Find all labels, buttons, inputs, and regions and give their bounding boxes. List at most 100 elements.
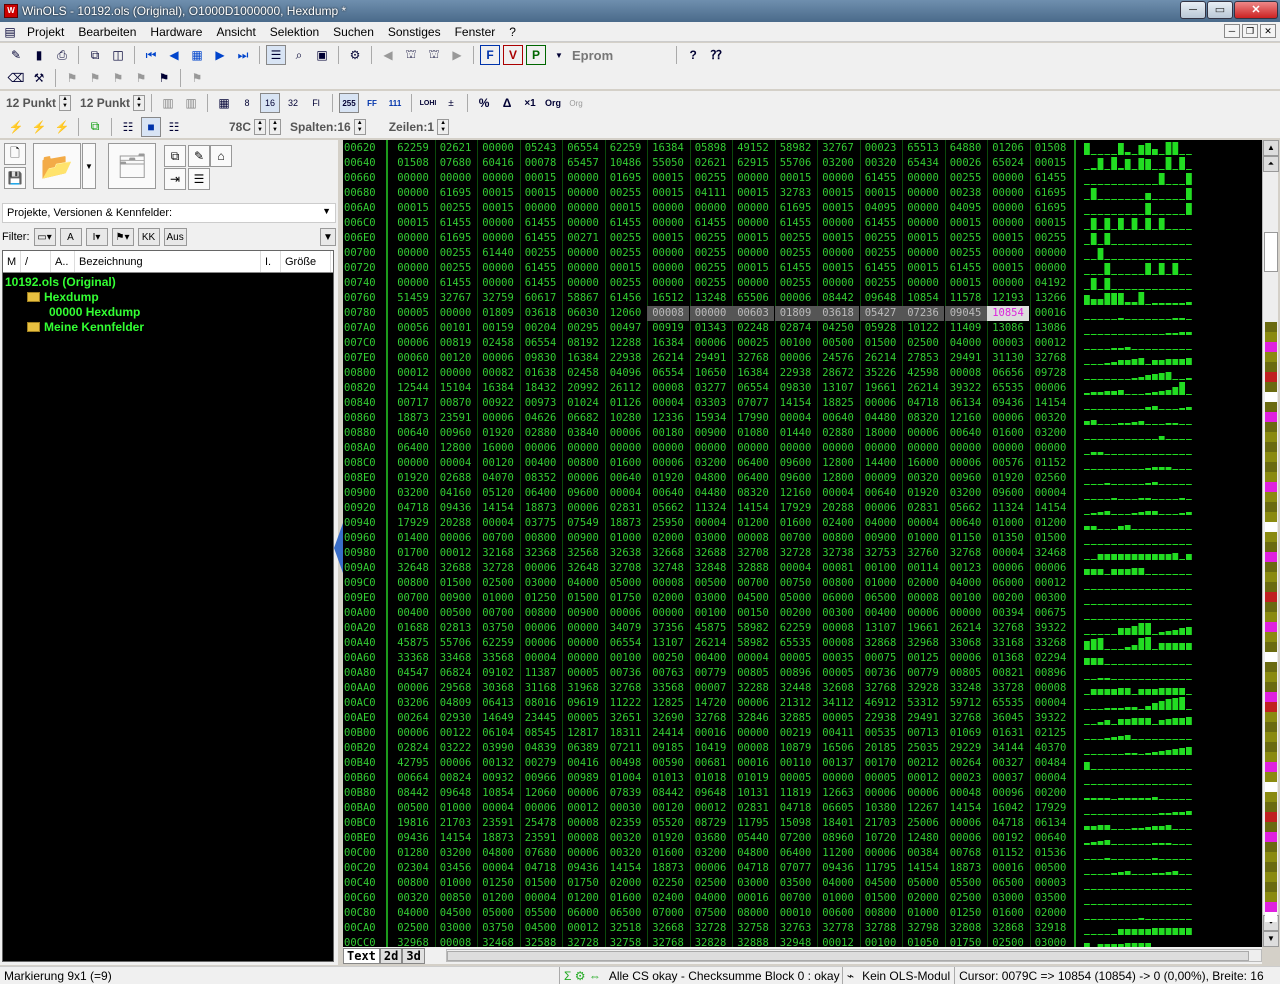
hex-cell[interactable]: 58867 (562, 291, 604, 306)
first-icon[interactable]: ⏮ (141, 45, 161, 65)
hex-cell[interactable]: 00320 (392, 891, 434, 906)
hex-cell[interactable]: 03303 (690, 396, 732, 411)
hex-cell[interactable]: 32767 (817, 141, 859, 156)
hex-cell[interactable]: 07549 (562, 516, 604, 531)
hex-cell[interactable]: 00900 (562, 531, 604, 546)
hex-cell[interactable]: 32608 (817, 681, 859, 696)
hex-cell[interactable]: 00015 (605, 201, 647, 216)
hex-cell[interactable]: 00006 (392, 681, 434, 696)
hex-cell[interactable]: 10486 (605, 156, 647, 171)
col-i[interactable]: I. (261, 251, 281, 272)
hex-cell[interactable]: 02831 (605, 501, 647, 516)
hex-cell[interactable]: 01508 (1030, 141, 1072, 156)
hex-cell[interactable]: 25478 (520, 816, 562, 831)
hex-cell[interactable]: 00000 (732, 201, 774, 216)
hex-cell[interactable]: 00255 (775, 231, 817, 246)
hex-cell[interactable]: 06554 (562, 141, 604, 156)
hex-cell[interactable]: 00023 (945, 771, 987, 786)
hex-cell[interactable]: 01250 (520, 591, 562, 606)
hex-cell[interactable]: 12160 (945, 411, 987, 426)
hex-cell[interactable]: 09600 (987, 486, 1029, 501)
hex-cell[interactable]: 32759 (477, 291, 519, 306)
hex-cell[interactable]: 00005 (562, 666, 604, 681)
hex-cell[interactable]: 03680 (690, 831, 732, 846)
hex-cell[interactable]: 01600 (987, 906, 1029, 921)
hex-cell[interactable]: 01250 (477, 876, 519, 891)
hex-cell[interactable]: 17990 (732, 411, 774, 426)
8bit-icon[interactable]: 8 (237, 93, 257, 113)
hex-cell[interactable]: 05898 (690, 141, 732, 156)
hex-cell[interactable]: 14720 (690, 696, 732, 711)
help-icon[interactable]: ? (683, 45, 703, 65)
hex-cell[interactable]: 12825 (647, 696, 689, 711)
view-e-icon[interactable]: ☷ (118, 117, 138, 137)
filter-a-button[interactable]: ▭▾ (33, 228, 56, 246)
hex-cell[interactable]: 00255 (435, 201, 477, 216)
hex-cell[interactable]: 06000 (817, 591, 859, 606)
hex-cell[interactable]: 04500 (435, 906, 477, 921)
hex-cell[interactable]: 00279 (520, 756, 562, 771)
hex-cell[interactable]: 00000 (647, 216, 689, 231)
hex-cell[interactable]: 09648 (435, 786, 477, 801)
rows-value[interactable]: Zeilen:1 (389, 120, 434, 134)
hex-cell[interactable]: 05500 (945, 876, 987, 891)
hex-cell[interactable]: 00000 (647, 201, 689, 216)
hex-cell[interactable]: 00006 (605, 426, 647, 441)
hex-cell[interactable]: 32468 (477, 936, 519, 947)
hex-cell[interactable]: 61455 (520, 231, 562, 246)
hex-cell[interactable]: 04070 (477, 471, 519, 486)
hex-cell[interactable]: 26214 (860, 351, 902, 366)
hex-cell[interactable]: 18873 (477, 831, 519, 846)
hex-cell[interactable]: 04718 (775, 801, 817, 816)
hex-cell[interactable]: 00006 (477, 351, 519, 366)
hex-cell[interactable]: 32968 (392, 936, 434, 947)
hex-cell[interactable]: 00000 (817, 441, 859, 456)
hex-cell[interactable]: 01152 (987, 846, 1029, 861)
hex-cell[interactable]: 00015 (732, 231, 774, 246)
hex-cell[interactable]: 23591 (520, 831, 562, 846)
hex-cell[interactable]: 00015 (902, 231, 944, 246)
hex-cell[interactable]: 00123 (945, 561, 987, 576)
hex-cell[interactable]: 00000 (987, 201, 1029, 216)
hex-cell[interactable]: 01920 (987, 471, 1029, 486)
hex-cell[interactable]: 00015 (732, 261, 774, 276)
hex-cell[interactable]: 18873 (945, 861, 987, 876)
hex-cell[interactable]: 32728 (562, 936, 604, 947)
hex-cell[interactable]: 08000 (732, 906, 774, 921)
hex-cell[interactable]: 32768 (690, 711, 732, 726)
last-icon[interactable]: ⏭ (233, 45, 253, 65)
hex-cell[interactable]: 01000 (902, 531, 944, 546)
percent-icon[interactable]: % (474, 93, 494, 113)
hex-cell[interactable]: 32846 (732, 711, 774, 726)
hex-cell[interactable]: 11409 (945, 321, 987, 336)
hex-cell[interactable]: 00170 (860, 756, 902, 771)
minimize-button[interactable]: ─ (1180, 1, 1206, 19)
hex-cell[interactable]: 00015 (817, 201, 859, 216)
hex-cell[interactable]: 07500 (690, 906, 732, 921)
hex-cell[interactable]: 01004 (605, 771, 647, 786)
hex-cell[interactable]: 32648 (392, 561, 434, 576)
hex-cell[interactable]: 01150 (945, 531, 987, 546)
hex-cell[interactable]: 02125 (1030, 726, 1072, 741)
hex-cell[interactable]: 00800 (817, 531, 859, 546)
hex-cell[interactable]: 00006 (520, 636, 562, 651)
hex-cell[interactable]: 01206 (987, 141, 1029, 156)
hex-cell[interactable]: 14154 (945, 801, 987, 816)
hex-cell[interactable]: 10280 (605, 411, 647, 426)
hex-cell[interactable]: 58982 (775, 141, 817, 156)
hex-cell[interactable]: 03750 (477, 921, 519, 936)
hex-cell[interactable]: 13266 (1030, 291, 1072, 306)
hex-cell[interactable]: 07077 (775, 861, 817, 876)
hex-cell[interactable]: 00078 (520, 156, 562, 171)
hex-cell[interactable]: 00016 (732, 891, 774, 906)
hex-cell[interactable]: 00012 (817, 936, 859, 947)
hex-cell[interactable]: 04500 (860, 876, 902, 891)
hex-cell[interactable]: 00255 (690, 171, 732, 186)
hex-cell[interactable]: 06400 (392, 441, 434, 456)
hex-cell[interactable]: 00700 (392, 591, 434, 606)
hex-cell[interactable]: 61455 (435, 276, 477, 291)
hex-cell[interactable]: 00400 (860, 606, 902, 621)
hex-cell[interactable]: 61455 (520, 261, 562, 276)
col-slash[interactable]: / (21, 251, 51, 272)
hex-cell[interactable]: 00535 (860, 726, 902, 741)
